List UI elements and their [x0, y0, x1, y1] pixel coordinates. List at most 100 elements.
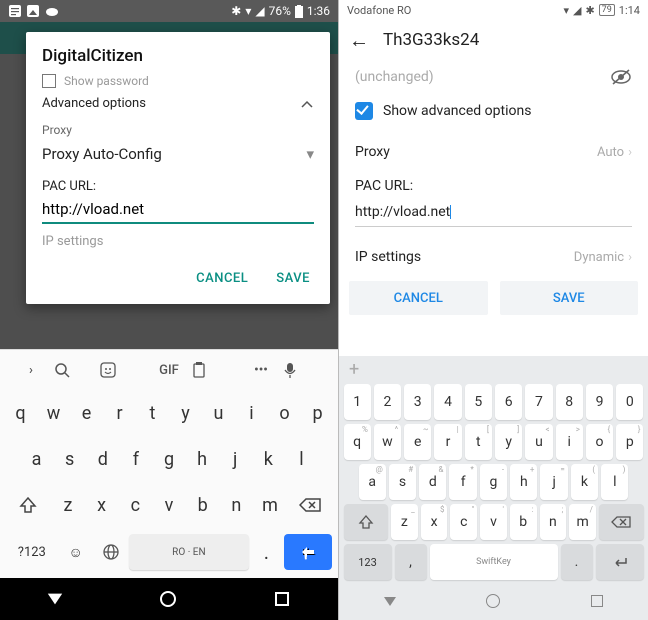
numbers-key[interactable]: 123: [344, 544, 392, 580]
nav-recent-icon[interactable]: [591, 595, 603, 607]
key-z[interactable]: z: [53, 485, 83, 525]
enter-key[interactable]: [284, 534, 332, 570]
key-v[interactable]: v: [154, 485, 184, 525]
ip-settings-row[interactable]: IP settings Dynamic: [355, 237, 632, 277]
kb-clipboard-icon[interactable]: [192, 362, 238, 378]
show-password-row[interactable]: Show password: [26, 70, 330, 92]
key-6[interactable]: 6: [495, 384, 522, 420]
emoji-key[interactable]: ☺: [60, 532, 92, 572]
key-d[interactable]: d: [88, 439, 117, 479]
proxy-row[interactable]: Proxy Auto: [355, 132, 632, 172]
period-key[interactable]: .: [251, 532, 283, 572]
key-1[interactable]: 1: [344, 384, 371, 420]
password-field[interactable]: (unchanged): [355, 69, 434, 85]
key-j[interactable]: j=: [540, 464, 567, 500]
key-e[interactable]: e~: [404, 424, 431, 460]
kb-gif[interactable]: GIF: [146, 363, 192, 378]
cancel-button[interactable]: CANCEL: [182, 263, 262, 294]
kb-mic-icon[interactable]: [284, 362, 330, 378]
key-i[interactable]: i>: [556, 424, 583, 460]
key-t[interactable]: t: [138, 393, 167, 433]
key-v[interactable]: v': [480, 504, 507, 540]
key-x[interactable]: x$: [421, 504, 448, 540]
key-b[interactable]: b:: [510, 504, 537, 540]
enter-key[interactable]: [596, 544, 644, 580]
key-p[interactable]: p: [303, 393, 332, 433]
key-z[interactable]: z_: [391, 504, 418, 540]
kb-sticker-icon[interactable]: [100, 362, 146, 378]
key-g[interactable]: g: [154, 439, 183, 479]
key-7[interactable]: 7: [525, 384, 552, 420]
save-button[interactable]: SAVE: [500, 281, 639, 315]
key-l[interactable]: l): [601, 464, 628, 500]
key-w[interactable]: w^: [374, 424, 401, 460]
nav-back-icon[interactable]: [384, 597, 396, 606]
key-3[interactable]: 3: [404, 384, 431, 420]
period-key[interactable]: .: [561, 544, 593, 580]
globe-key[interactable]: [95, 532, 127, 572]
key-j[interactable]: j: [221, 439, 250, 479]
key-c[interactable]: c: [120, 485, 150, 525]
key-m[interactable]: m/: [569, 504, 596, 540]
key-x[interactable]: x: [87, 485, 117, 525]
key-8[interactable]: 8: [556, 384, 583, 420]
key-p[interactable]: p}: [616, 424, 643, 460]
nav-home-icon[interactable]: [160, 591, 176, 607]
key-y[interactable]: y: [171, 393, 200, 433]
nav-bar[interactable]: [339, 582, 648, 620]
key-i[interactable]: i: [237, 393, 266, 433]
show-advanced-row[interactable]: Show advanced options: [355, 96, 632, 132]
pac-url-input[interactable]: http://vload.net: [42, 198, 314, 224]
key-l[interactable]: l: [287, 439, 316, 479]
backspace-key[interactable]: [599, 504, 644, 540]
key-c[interactable]: c": [450, 504, 477, 540]
key-w[interactable]: w: [39, 393, 68, 433]
nav-home-icon[interactable]: [486, 594, 500, 608]
nav-back-icon[interactable]: [48, 594, 62, 605]
key-n[interactable]: n: [222, 485, 252, 525]
key-2[interactable]: 2: [374, 384, 401, 420]
key-9[interactable]: 9: [586, 384, 613, 420]
key-r[interactable]: r|: [434, 424, 461, 460]
key-k[interactable]: k: [254, 439, 283, 479]
key-s[interactable]: s#: [389, 464, 416, 500]
key-u[interactable]: u: [204, 393, 233, 433]
key-m[interactable]: m: [255, 485, 285, 525]
keyboard[interactable]: › GIF ••• qwertyuiop asdfghjkl zxcvbnm ?…: [0, 349, 338, 578]
key-d[interactable]: d&: [419, 464, 446, 500]
key-y[interactable]: y]: [495, 424, 522, 460]
pac-url-input[interactable]: http://vload.net: [355, 200, 632, 227]
space-key[interactable]: RO · EN: [129, 534, 248, 570]
comma-key[interactable]: ,: [395, 544, 427, 580]
key-5[interactable]: 5: [465, 384, 492, 420]
advanced-options-row[interactable]: Advanced options: [26, 92, 330, 115]
keyboard[interactable]: + 1234567890 q%w^e~r|t[y]u<i>o{p} a@s#d&…: [339, 356, 648, 582]
key-o[interactable]: o: [270, 393, 299, 433]
shift-key[interactable]: [4, 485, 51, 525]
key-b[interactable]: b: [188, 485, 218, 525]
key-0[interactable]: 0: [616, 384, 643, 420]
kb-more-icon[interactable]: ›: [8, 363, 54, 378]
key-a[interactable]: a: [22, 439, 51, 479]
save-button[interactable]: SAVE: [262, 263, 324, 294]
symbols-key[interactable]: ?123: [8, 532, 56, 572]
proxy-select[interactable]: Proxy Auto-Config ▾: [26, 141, 330, 173]
key-h[interactable]: h+: [510, 464, 537, 500]
key-a[interactable]: a@: [359, 464, 386, 500]
backspace-key[interactable]: [287, 485, 334, 525]
visibility-off-icon[interactable]: [610, 68, 632, 86]
shift-key[interactable]: [344, 504, 389, 540]
cancel-button[interactable]: CANCEL: [349, 281, 488, 315]
key-u[interactable]: u<: [525, 424, 552, 460]
key-e[interactable]: e: [72, 393, 101, 433]
nav-recent-icon[interactable]: [275, 592, 289, 606]
key-h[interactable]: h: [188, 439, 217, 479]
kb-plus-icon[interactable]: +: [339, 356, 648, 382]
nav-bar[interactable]: [0, 578, 338, 620]
key-r[interactable]: r: [105, 393, 134, 433]
key-k[interactable]: k(: [571, 464, 598, 500]
space-key[interactable]: SwiftKey: [430, 544, 558, 580]
key-g[interactable]: g-: [480, 464, 507, 500]
kb-search-icon[interactable]: [54, 362, 100, 378]
key-t[interactable]: t[: [465, 424, 492, 460]
